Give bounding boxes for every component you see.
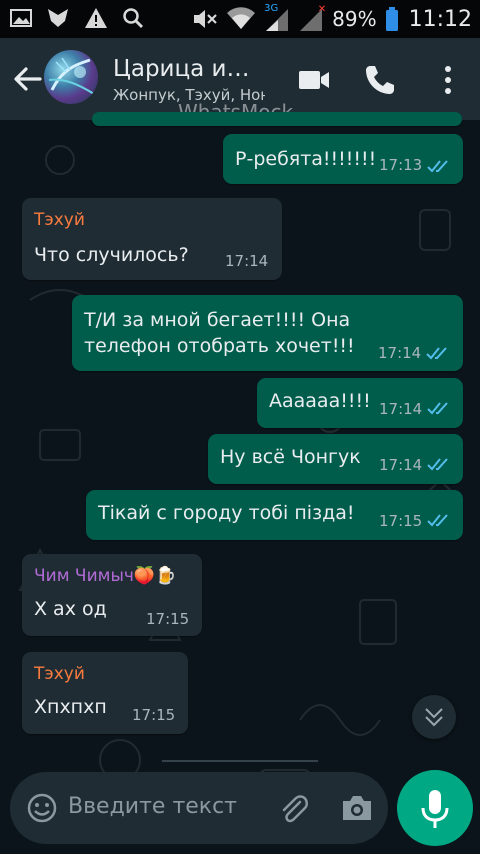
message-text: Аааааа!!!! <box>269 390 371 412</box>
message-input-bar: Введите текст <box>10 772 388 844</box>
message-text: Р-ребята!!!!!!! <box>235 148 377 170</box>
message-time: 17:13 <box>379 156 423 174</box>
camera-icon[interactable] <box>340 793 374 823</box>
battery-percent: 89% <box>332 7 377 31</box>
message-bubble-incoming[interactable]: Тэхуй Что случилось? 17:14 <box>22 198 282 280</box>
battery-icon <box>385 7 398 31</box>
message-bubble-outgoing[interactable]: Тікай с городу тобі пізда! 17:15 <box>86 490 463 540</box>
attach-icon[interactable] <box>278 792 310 826</box>
message-text-line-2: телефон отобрать хочет!!! <box>84 335 355 357</box>
chevron-double-down-icon <box>425 708 443 727</box>
message-time: 17:15 <box>379 512 423 530</box>
message-time: 17:14 <box>225 252 269 270</box>
message-sender[interactable]: Чим Чимыч🍑🍺 <box>34 566 176 586</box>
message-time: 17:14 <box>378 344 422 362</box>
read-ticks-icon <box>426 347 447 360</box>
message-bubble-outgoing[interactable]: Ну всё Чонгук 17:14 <box>208 434 463 484</box>
back-arrow-icon[interactable] <box>10 62 44 96</box>
phone-icon[interactable] <box>362 62 398 98</box>
more-vert-icon[interactable] <box>430 62 466 98</box>
emoji-icon[interactable] <box>26 792 58 824</box>
read-ticks-icon <box>427 458 448 471</box>
message-bubble-outgoing[interactable]: Т/И за мной бегает!!!! Она телефон отобр… <box>72 295 463 371</box>
message-sender[interactable]: Тэхуй <box>34 210 85 230</box>
message-time: 17:15 <box>146 610 190 628</box>
avatar-image <box>48 57 95 95</box>
wifi-icon <box>227 7 256 29</box>
read-ticks-icon <box>427 514 448 527</box>
scroll-indicator <box>162 760 318 762</box>
partial-message-bubble[interactable] <box>92 112 462 126</box>
signal-icon <box>266 9 289 31</box>
mute-icon <box>194 10 217 28</box>
status-time: 11:12 <box>408 6 472 32</box>
message-input[interactable]: Введите текст <box>68 794 237 819</box>
video-call-icon[interactable] <box>296 62 332 98</box>
message-text: Что случилось? <box>34 244 189 266</box>
read-ticks-icon <box>427 160 448 173</box>
message-time: 17:14 <box>379 456 423 474</box>
microphone-icon <box>421 790 449 828</box>
mobile-signal: 3G <box>264 3 290 32</box>
search-notification-icon <box>123 8 144 29</box>
chat-title[interactable]: Царица и… <box>113 56 263 82</box>
scroll-to-bottom-button[interactable] <box>412 695 456 739</box>
gallery-notification-icon <box>10 9 32 27</box>
status-bar: 3G ✕ 89% 11:12 <box>0 0 480 38</box>
group-avatar[interactable] <box>44 50 98 104</box>
message-time: 17:15 <box>132 706 176 724</box>
app-notification-icon <box>48 9 68 27</box>
message-bubble-outgoing[interactable]: Р-ребята!!!!!!! 17:13 <box>223 134 463 184</box>
warning-icon <box>85 8 107 28</box>
mobile-signal-2: ✕ <box>298 4 326 32</box>
read-ticks-icon <box>427 402 448 415</box>
message-text: Тікай с городу тобі пізда! <box>98 502 355 524</box>
chat-header: Царица и… Жонпук, Тэхуй, Нон WhatsMock <box>0 38 480 124</box>
message-text: Хпхпхп <box>34 696 107 718</box>
chat-messages-area[interactable]: Р-ребята!!!!!!! 17:13 Тэхуй Что случилос… <box>0 112 480 854</box>
message-time: 17:14 <box>379 400 423 418</box>
message-bubble-incoming[interactable]: Чим Чимыч🍑🍺 Х ах од 17:15 <box>22 554 202 636</box>
message-text: Х ах од <box>34 598 107 620</box>
message-sender[interactable]: Тэхуй <box>34 664 85 684</box>
microphone-button[interactable] <box>397 770 473 846</box>
message-bubble-incoming[interactable]: Тэхуй Хпхпхп 17:15 <box>22 652 188 734</box>
message-text: Ну всё Чонгук <box>220 446 361 468</box>
message-bubble-outgoing[interactable]: Аааааа!!!! 17:14 <box>257 378 463 428</box>
